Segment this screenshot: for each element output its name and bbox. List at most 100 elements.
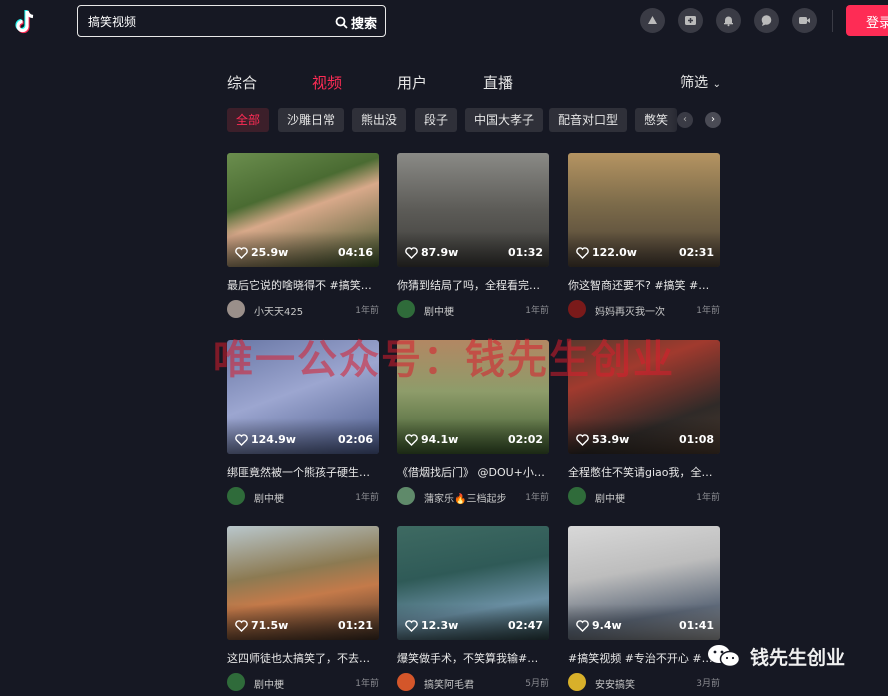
author-name[interactable]: 剧中梗 [254, 676, 284, 691]
brand-badge: 钱先生创业 [706, 638, 845, 674]
tab-video[interactable]: 视频 [312, 72, 342, 93]
search-button-label: 搜索 [350, 17, 377, 32]
video-card[interactable]: 122.0w 02:31 你这智商还要不? #搞笑 #戏精 妈妈再灭我一次 1年… [568, 153, 720, 323]
chip-shadiao[interactable]: 沙雕日常 [278, 108, 345, 132]
avatar[interactable] [397, 300, 415, 318]
author-name[interactable]: 剧中梗 [254, 490, 284, 505]
author-row: 剧中梗 1年前 [397, 300, 549, 318]
video-thumbnail[interactable]: 124.9w 02:06 [227, 340, 379, 454]
video-caption[interactable]: 全程憋住不笑请giao我，全… [568, 464, 720, 480]
author-name[interactable]: 小天天425 [254, 303, 303, 318]
video-caption[interactable]: 爆笑做手术，不笑算我输#… [397, 650, 549, 666]
like-count-value: 12.3w [421, 619, 459, 632]
video-caption[interactable]: 最后它说的啥晓得不 #搞笑视频 [227, 277, 379, 293]
like-count: 12.3w [405, 619, 458, 632]
video-card[interactable]: 53.9w 01:08 全程憋住不笑请giao我，全… 剧中梗 1年前 [568, 340, 720, 510]
video-card[interactable]: 124.9w 02:06 绑匪竟然被一个熊孩子硬生… 剧中梗 1年前 [227, 340, 379, 510]
video-duration: 02:31 [678, 246, 714, 259]
video-caption[interactable]: #搞笑视频 #专治不开心 #一… [568, 650, 720, 666]
author-row: 剧中梗 1年前 [227, 487, 379, 505]
author-name[interactable]: 安安搞笑 [595, 676, 635, 691]
chip-daxiaozi[interactable]: 中国大孝子 [465, 108, 544, 132]
video-duration: 04:16 [337, 246, 373, 259]
like-count: 25.9w [235, 246, 288, 259]
author-name[interactable]: 搞笑阿毛君 [424, 676, 474, 691]
like-count: 87.9w [405, 246, 458, 259]
video-thumbnail[interactable]: 94.1w 02:02 [397, 340, 549, 454]
post-time: 1年前 [696, 493, 720, 503]
avatar[interactable] [397, 487, 415, 505]
video-thumbnail[interactable]: 53.9w 01:08 [568, 340, 720, 454]
video-duration: 02:47 [507, 619, 543, 632]
author-row: 剧中梗 1年前 [227, 673, 379, 691]
filter-button[interactable]: 筛选 ⌄ [680, 72, 721, 92]
tab-live[interactable]: 直播 [483, 72, 513, 93]
video-card[interactable]: 12.3w 02:47 爆笑做手术，不笑算我输#… 搞笑阿毛君 5月前 [397, 526, 549, 696]
heart-icon [405, 246, 418, 259]
video-thumbnail[interactable]: 122.0w 02:31 [568, 153, 720, 267]
like-count-value: 53.9w [592, 433, 630, 446]
author-name[interactable]: 剧中梗 [595, 490, 625, 505]
post-time: 1年前 [696, 306, 720, 316]
post-time: 1年前 [525, 493, 549, 503]
video-card[interactable]: 9.4w 01:41 #搞笑视频 #专治不开心 #一… 安安搞笑 3月前 [568, 526, 720, 696]
message-icon[interactable] [754, 8, 779, 33]
post-time: 5月前 [525, 679, 549, 689]
fans-club-icon[interactable] [640, 8, 665, 33]
tab-user[interactable]: 用户 [397, 72, 427, 93]
avatar[interactable] [227, 300, 245, 318]
tag-chips: 全部 沙雕日常 熊出没 段子 中国大孝子 配音对口型 憋笑 ‹ › [227, 108, 721, 132]
video-caption[interactable]: 你这智商还要不? #搞笑 #戏精 [568, 277, 720, 293]
like-count-value: 9.4w [592, 619, 622, 632]
author-name[interactable]: 妈妈再灭我一次 [595, 303, 665, 318]
chevron-down-icon: ⌄ [712, 79, 721, 90]
search-input[interactable]: 搞笑视频 [88, 13, 136, 30]
chevron-right-icon[interactable]: › [705, 112, 721, 128]
video-thumbnail[interactable]: 9.4w 01:41 [568, 526, 720, 640]
avatar[interactable] [568, 487, 586, 505]
video-caption[interactable]: 这四师徒也太搞笑了，不去… [227, 650, 379, 666]
filter-label: 筛选 [680, 75, 709, 91]
video-thumbnail[interactable]: 87.9w 01:32 [397, 153, 549, 267]
author-row: 剧中梗 1年前 [568, 487, 720, 505]
avatar[interactable] [227, 487, 245, 505]
chevron-left-icon[interactable]: ‹ [677, 112, 693, 128]
post-time: 1年前 [355, 679, 379, 689]
video-caption[interactable]: 绑匪竟然被一个熊孩子硬生… [227, 464, 379, 480]
author-name[interactable]: 蒲家乐🔥三档起步 [424, 490, 506, 505]
search-box[interactable]: 搞笑视频 搜索 [77, 5, 386, 37]
avatar[interactable] [397, 673, 415, 691]
heart-icon [576, 619, 589, 632]
video-card[interactable]: 71.5w 01:21 这四师徒也太搞笑了，不去… 剧中梗 1年前 [227, 526, 379, 696]
notification-bell-icon[interactable] [716, 8, 741, 33]
video-card[interactable]: 25.9w 04:16 最后它说的啥晓得不 #搞笑视频 小天天425 1年前 [227, 153, 379, 323]
author-row: 妈妈再灭我一次 1年前 [568, 300, 720, 318]
login-button[interactable]: 登录 [846, 5, 888, 36]
avatar[interactable] [568, 300, 586, 318]
author-name[interactable]: 剧中梗 [424, 303, 454, 318]
search-button[interactable]: 搜索 [335, 13, 377, 32]
like-count-value: 122.0w [592, 246, 637, 259]
avatar[interactable] [227, 673, 245, 691]
video-thumbnail[interactable]: 71.5w 01:21 [227, 526, 379, 640]
chip-all[interactable]: 全部 [227, 108, 270, 132]
chip-peiyin[interactable]: 配音对口型 [549, 108, 628, 132]
wechat-icon [708, 645, 741, 668]
video-card[interactable]: 94.1w 02:02 《借烟找后门》 @DOU+小… 蒲家乐🔥三档起步 1年前 [397, 340, 549, 510]
chip-xiongchumo[interactable]: 熊出没 [352, 108, 407, 132]
video-card[interactable]: 87.9w 01:32 你猜到结局了吗，全程看完… 剧中梗 1年前 [397, 153, 549, 323]
video-thumbnail[interactable]: 12.3w 02:47 [397, 526, 549, 640]
tiktok-logo-icon[interactable] [10, 7, 40, 37]
upload-icon[interactable] [678, 8, 703, 33]
video-thumbnail[interactable]: 25.9w 04:16 [227, 153, 379, 267]
heart-icon [576, 433, 589, 446]
heart-icon [576, 246, 589, 259]
tab-all[interactable]: 综合 [227, 72, 257, 93]
video-caption[interactable]: 你猜到结局了吗，全程看完… [397, 277, 549, 293]
video-caption[interactable]: 《借烟找后门》 @DOU+小… [397, 464, 549, 480]
avatar[interactable] [568, 673, 586, 691]
like-count: 124.9w [235, 433, 296, 446]
live-camera-icon[interactable] [792, 8, 817, 33]
video-duration: 02:06 [337, 433, 373, 446]
chip-duanzi[interactable]: 段子 [415, 108, 458, 132]
